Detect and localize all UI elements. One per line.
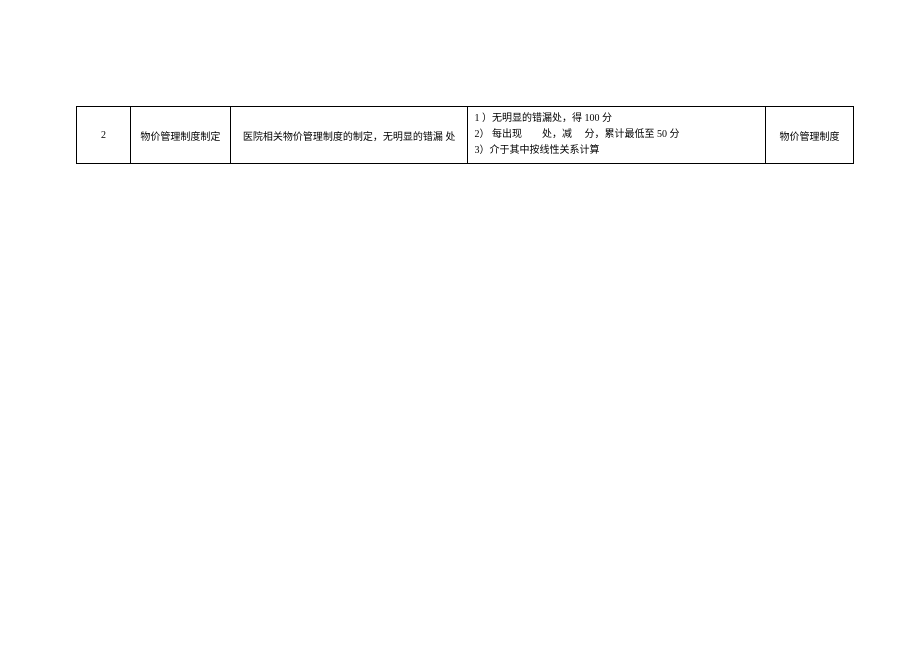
cell-number: 2 [77,107,131,164]
cell-item-name: 物价管理制度制定 [130,107,230,164]
evaluation-table: 2 物价管理制度制定 医院相关物价管理制度的制定，无明显的错漏 处 1 ）无明显… [76,106,854,164]
scoring-line-2: 2） 每出现 处，减 分，累计最低至 50 分 [474,127,759,143]
scoring-line-3: 3）介于其中按线性关系计算 [474,143,759,159]
scoring-line-1: 1 ）无明显的错漏处，得 100 分 [474,111,759,127]
cell-reference: 物价管理制度 [766,107,854,164]
cell-scoring: 1 ）无明显的错漏处，得 100 分 2） 每出现 处，减 分，累计最低至 50… [468,107,766,164]
cell-description: 医院相关物价管理制度的制定，无明显的错漏 处 [230,107,468,164]
table-row: 2 物价管理制度制定 医院相关物价管理制度的制定，无明显的错漏 处 1 ）无明显… [77,107,854,164]
